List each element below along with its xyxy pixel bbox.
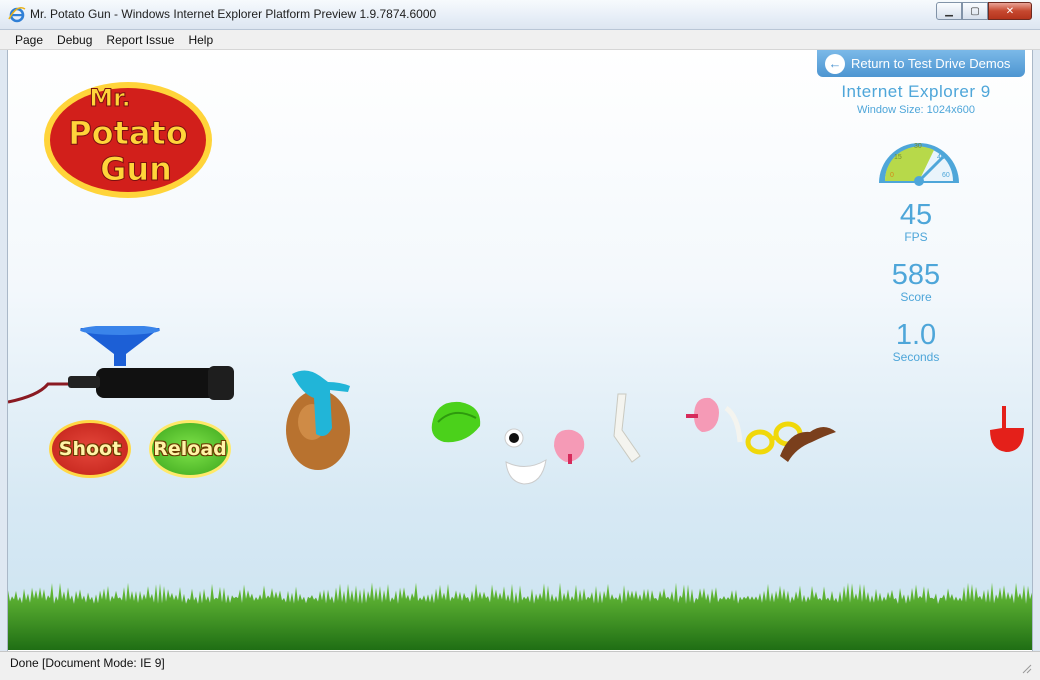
pink-ear <box>554 429 585 464</box>
ie-icon <box>8 6 26 23</box>
pink-ear-2 <box>686 397 719 432</box>
red-shoe <box>990 406 1024 452</box>
game-stage[interactable]: Mr. Potato Gun ← Return to Test Drive De… <box>8 50 1032 650</box>
score-stat: 585 Score <box>816 260 1016 304</box>
window-controls: ▁ ▢ ✕ <box>936 2 1032 22</box>
menu-debug[interactable]: Debug <box>50 33 99 47</box>
menu-page[interactable]: Page <box>8 33 50 47</box>
window-frame-right <box>1032 50 1040 653</box>
grass-ground <box>8 582 1032 650</box>
logo-line-3: Gun <box>100 150 172 188</box>
green-hat <box>431 401 481 443</box>
gauge-tick-60: 60 <box>942 172 950 179</box>
back-arrow-icon: ← <box>825 53 845 74</box>
fps-label: FPS <box>904 230 928 244</box>
status-bar: Done [Document Mode: IE 9] <box>0 651 1040 680</box>
mr-potato-gun-logo: Mr. Potato Gun <box>44 82 212 198</box>
menu-bar: Page Debug Report Issue Help <box>0 30 1040 50</box>
maximize-button[interactable]: ▢ <box>962 2 988 20</box>
score-label: Score <box>900 290 932 304</box>
eye-and-mouth <box>504 428 547 485</box>
title-bar: Mr. Potato Gun - Windows Internet Explor… <box>0 0 1040 30</box>
fps-gauge: 0 15 30 45 60 <box>879 143 959 186</box>
menu-help[interactable]: Help <box>181 33 220 47</box>
gauge-tick-45: 45 <box>937 154 945 161</box>
resize-grip-icon[interactable] <box>1020 662 1032 674</box>
fps-value: 45 <box>899 199 933 231</box>
return-button-label: Return to Test Drive Demos <box>851 56 1011 71</box>
fps-stat: 45 FPS <box>816 200 1016 244</box>
seconds-value: 1.0 <box>895 319 937 351</box>
seconds-label: Seconds <box>892 350 940 364</box>
mustache <box>780 427 836 462</box>
seconds-stat: 1.0 Seconds <box>816 320 1016 364</box>
window-frame-left <box>0 50 8 653</box>
gauge-tick-15: 15 <box>894 154 902 161</box>
window-title: Mr. Potato Gun - Windows Internet Explor… <box>30 7 437 21</box>
minimize-button[interactable]: ▁ <box>936 2 962 20</box>
reload-button[interactable]: Reload <box>149 420 231 478</box>
logo-line-1: Mr. <box>89 84 130 112</box>
gauge-tick-0: 0 <box>890 172 894 179</box>
shoot-button[interactable]: Shoot <box>49 420 131 478</box>
return-to-demos-button[interactable]: ← Return to Test Drive Demos <box>817 50 1025 77</box>
window-size: Window Size: 1024x600 <box>856 104 975 116</box>
score-value: 585 <box>891 259 941 291</box>
status-text: Done [Document Mode: IE 9] <box>10 656 165 670</box>
potato-cannon[interactable] <box>8 326 238 406</box>
browser-info: Internet Explorer 9 Window Size: 1024x60… <box>816 82 1016 116</box>
gauge-tick-30: 30 <box>914 143 922 150</box>
white-arm <box>613 393 641 463</box>
logo-line-2: Potato <box>68 114 188 152</box>
close-button[interactable]: ✕ <box>988 2 1032 20</box>
menu-report-issue[interactable]: Report Issue <box>99 33 181 47</box>
browser-name: Internet Explorer 9 <box>841 82 991 101</box>
potato-body-with-hat <box>286 370 350 470</box>
